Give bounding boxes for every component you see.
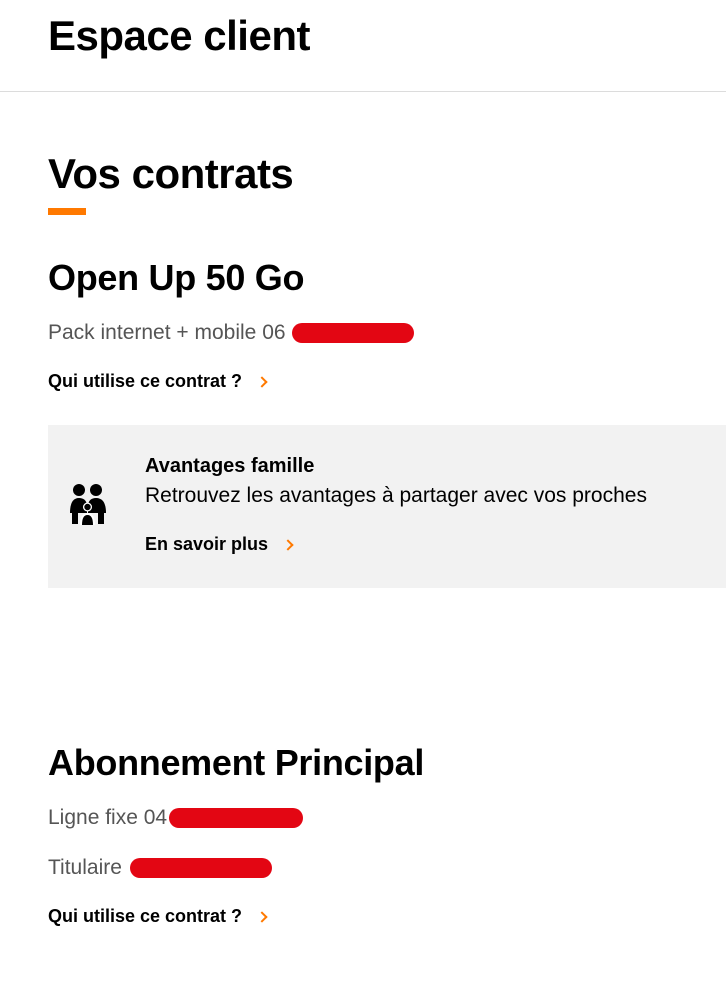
contract-line-info: Pack internet + mobile 06 [48,321,414,345]
contract-holder-info: Titulaire [48,856,272,880]
redaction-mark [129,858,272,879]
family-benefits-card: Avantages famille Retrouvez les avantage… [48,425,726,588]
section-title: Vos contrats [48,150,294,197]
contract-line-info: Ligne fixe 04 [48,806,304,830]
contract-line-label: Ligne fixe 04 [48,806,168,829]
contract-title-open-up: Open Up 50 Go [48,257,305,298]
contract-title-abonnement: Abonnement Principal [48,742,425,783]
contract-users-link-label: Qui utilise ce contrat ? [48,371,243,391]
learn-more-link[interactable]: En savoir plus [145,534,294,555]
contract-users-link[interactable]: Qui utilise ce contrat ? [48,906,268,927]
contract-holder-label: Titulaire [48,856,122,879]
page-header: Espace client [0,0,726,92]
redaction-mark [169,808,304,829]
contract-line-label: Pack internet + mobile 06 [48,321,286,344]
family-benefits-title: Avantages famille [145,455,315,477]
chevron-right-icon [282,538,294,551]
chevron-right-icon [256,910,268,923]
title-accent-bar [48,208,86,215]
page-title: Espace client [48,12,310,59]
family-icon [70,484,106,525]
chevron-right-icon [256,375,268,388]
contract-users-link[interactable]: Qui utilise ce contrat ? [48,371,268,392]
contract-users-link-label: Qui utilise ce contrat ? [48,906,243,926]
learn-more-label: En savoir plus [145,534,269,554]
family-benefits-description: Retrouvez les avantages à partager avec … [145,484,647,507]
redaction-mark [291,323,414,344]
